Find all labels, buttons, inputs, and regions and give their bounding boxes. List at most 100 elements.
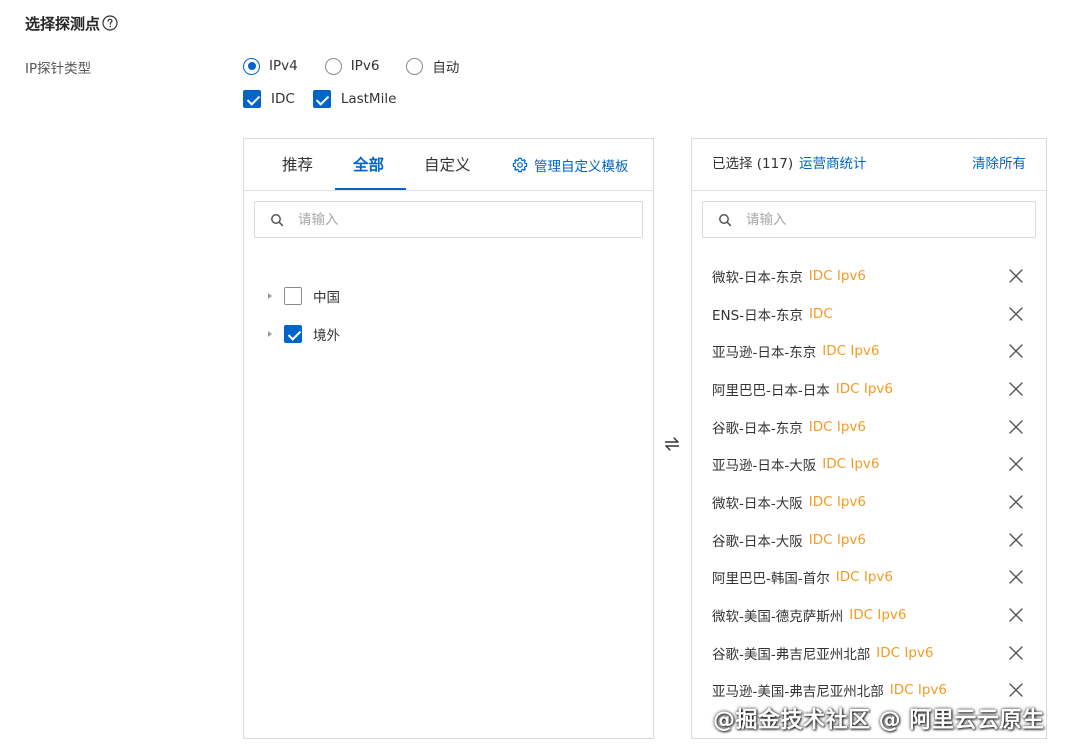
expand-caret-icon[interactable] bbox=[268, 293, 272, 299]
swap-arrows-icon bbox=[664, 437, 680, 451]
radio-label: IPv6 bbox=[350, 58, 380, 74]
close-icon[interactable] bbox=[1008, 419, 1024, 435]
tree-node-overseas[interactable]: 境外 bbox=[268, 315, 340, 353]
clear-all-button[interactable]: 清除所有 bbox=[972, 139, 1026, 189]
search-icon bbox=[271, 213, 284, 226]
right-search-box[interactable] bbox=[702, 201, 1036, 238]
probe-name: ENS-日本-东京 bbox=[712, 307, 803, 324]
radio-button[interactable] bbox=[406, 57, 424, 75]
probe-name: 亚马逊-日本-东京 bbox=[712, 345, 817, 362]
close-icon[interactable] bbox=[1008, 682, 1024, 698]
left-search-input[interactable] bbox=[298, 211, 598, 228]
expand-caret-icon[interactable] bbox=[268, 331, 272, 337]
close-icon[interactable] bbox=[1008, 645, 1024, 661]
close-icon[interactable] bbox=[1008, 494, 1024, 510]
selected-probes-panel: 已选择 (117) 运营商统计 清除所有 微软-日本-东京 IDC Ipv6 ENS… bbox=[691, 138, 1047, 739]
tab-all[interactable]: 全部 bbox=[353, 139, 384, 191]
radio-option-auto[interactable]: 自动 bbox=[406, 56, 459, 76]
radio-label: IPv4 bbox=[269, 58, 298, 74]
probe-tag: IDC Ipv6 bbox=[808, 493, 866, 510]
search-icon bbox=[719, 213, 732, 226]
close-icon[interactable] bbox=[1008, 569, 1024, 585]
radio-option-ipv4[interactable]: IPv4 bbox=[243, 57, 298, 75]
selected-probe-item: 谷歌-美国-弗吉尼亚州北部 IDC Ipv6 bbox=[692, 634, 1046, 672]
radio-option-ipv6[interactable]: IPv6 bbox=[324, 57, 380, 75]
selected-probe-item: 微软-美国-德克萨斯州 IDC Ipv6 bbox=[692, 596, 1046, 634]
selected-probe-item: 阿里巴巴-日本-日本 IDC Ipv6 bbox=[692, 370, 1046, 408]
selected-probe-item: 微软-日本-大阪 IDC Ipv6 bbox=[692, 483, 1046, 521]
close-icon[interactable] bbox=[1008, 607, 1024, 623]
gear-icon bbox=[512, 157, 528, 173]
probe-tag: IDC Ipv6 bbox=[849, 607, 907, 624]
checkbox-label: IDC bbox=[271, 91, 295, 107]
ip-type-radio-group: IPv4 IPv6 自动 bbox=[243, 56, 486, 76]
probe-name: 谷歌-日本-东京 bbox=[712, 420, 803, 437]
probe-tabs: 推荐 全部 自定义 管理自定义模板 bbox=[244, 139, 653, 191]
section-title: 选择探测点 bbox=[25, 12, 118, 34]
probe-name: 谷歌-美国-弗吉尼亚州北部 bbox=[712, 646, 871, 663]
probe-tag: IDC Ipv6 bbox=[808, 267, 866, 284]
probe-tag: IDC Ipv6 bbox=[808, 418, 866, 435]
selected-probe-item: 亚马逊-日本-东京 IDC Ipv6 bbox=[692, 332, 1046, 370]
section-title-text: 选择探测点 bbox=[25, 14, 101, 33]
selected-count: 已选择 (117) bbox=[712, 156, 794, 172]
radio-button[interactable] bbox=[243, 57, 260, 75]
probe-tag: IDC Ipv6 bbox=[808, 531, 866, 548]
tree-node-label: 境外 bbox=[313, 328, 340, 344]
checkbox[interactable] bbox=[312, 90, 331, 108]
probe-name: 谷歌-日本-大阪 bbox=[712, 533, 803, 550]
probe-tag: IDC bbox=[808, 305, 833, 322]
selected-probe-item: 谷歌-日本-大阪 IDC Ipv6 bbox=[692, 521, 1046, 559]
checkbox[interactable] bbox=[243, 90, 261, 108]
probe-name: 微软-美国-德克萨斯州 bbox=[712, 609, 844, 626]
tree-checkbox[interactable] bbox=[284, 325, 302, 343]
tab-recommended[interactable]: 推荐 bbox=[282, 139, 313, 191]
selected-probe-item: 阿里巴巴-韩国-首尔 IDC Ipv6 bbox=[692, 559, 1046, 597]
checkbox-label: LastMile bbox=[340, 91, 397, 107]
probe-name: 微软-日本-东京 bbox=[712, 269, 803, 286]
manage-custom-template-link[interactable]: 管理自定义模板 bbox=[512, 139, 629, 191]
operator-stats-link[interactable]: 运营商统计 bbox=[799, 139, 867, 189]
radio-label: 自动 bbox=[432, 60, 460, 76]
active-tab-indicator bbox=[335, 188, 406, 190]
probe-tag: IDC Ipv6 bbox=[889, 682, 947, 699]
probe-tag: IDC Ipv6 bbox=[835, 569, 893, 586]
network-type-checkbox-group: IDC LastMile bbox=[243, 89, 414, 109]
probe-name: 亚马逊-日本-大阪 bbox=[712, 458, 817, 475]
selected-probe-item: 谷歌-日本-东京 IDC Ipv6 bbox=[692, 408, 1046, 446]
probe-tag: IDC Ipv6 bbox=[822, 343, 880, 360]
selected-probe-item: ENS-日本-东京 IDC bbox=[692, 295, 1046, 333]
tab-custom[interactable]: 自定义 bbox=[424, 139, 471, 191]
right-search-input[interactable] bbox=[746, 211, 1035, 228]
radio-button[interactable] bbox=[324, 57, 342, 75]
close-icon[interactable] bbox=[1008, 268, 1024, 284]
probe-name: 阿里巴巴-日本-日本 bbox=[712, 382, 830, 399]
ip-type-label: IP探针类型 bbox=[25, 61, 92, 77]
manage-custom-template-label: 管理自定义模板 bbox=[534, 159, 629, 175]
left-search-box[interactable] bbox=[254, 201, 643, 238]
selected-header: 已选择 (117) 运营商统计 清除所有 bbox=[692, 139, 1046, 191]
probe-name: 微软-日本-大阪 bbox=[712, 495, 803, 512]
probe-tag: IDC Ipv6 bbox=[876, 644, 934, 661]
available-probes-panel: 推荐 全部 自定义 管理自定义模板 中国 境外 bbox=[243, 138, 654, 739]
close-icon[interactable] bbox=[1008, 343, 1024, 359]
checkbox-option-lastmile[interactable]: LastMile bbox=[312, 90, 397, 108]
tree-node-label: 中国 bbox=[313, 290, 340, 306]
selected-probe-list: 微软-日本-东京 IDC Ipv6 ENS-日本-东京 IDC 亚马逊-日本-东京 IDC… bbox=[692, 257, 1046, 709]
watermark: @掘金技术社区 @ 阿里云云原生 bbox=[713, 708, 1045, 733]
probe-tag: IDC Ipv6 bbox=[822, 456, 880, 473]
close-icon[interactable] bbox=[1008, 456, 1024, 472]
probe-tag: IDC Ipv6 bbox=[835, 380, 893, 397]
probe-name: 阿里巴巴-韩国-首尔 bbox=[712, 571, 830, 588]
close-icon[interactable] bbox=[1008, 306, 1024, 322]
probe-name: 亚马逊-美国-弗吉尼亚州北部 bbox=[712, 684, 884, 701]
close-icon[interactable] bbox=[1008, 381, 1024, 397]
selected-probe-item: 亚马逊-日本-大阪 IDC Ipv6 bbox=[692, 445, 1046, 483]
tree-node-china[interactable]: 中国 bbox=[268, 277, 340, 315]
selected-probe-item: 微软-日本-东京 IDC Ipv6 bbox=[692, 257, 1046, 295]
checkbox-option-idc[interactable]: IDC bbox=[243, 90, 295, 108]
question-circle-icon[interactable] bbox=[102, 15, 118, 31]
tree-checkbox[interactable] bbox=[284, 287, 302, 305]
region-tree: 中国 境外 bbox=[268, 277, 340, 353]
close-icon[interactable] bbox=[1008, 532, 1024, 548]
